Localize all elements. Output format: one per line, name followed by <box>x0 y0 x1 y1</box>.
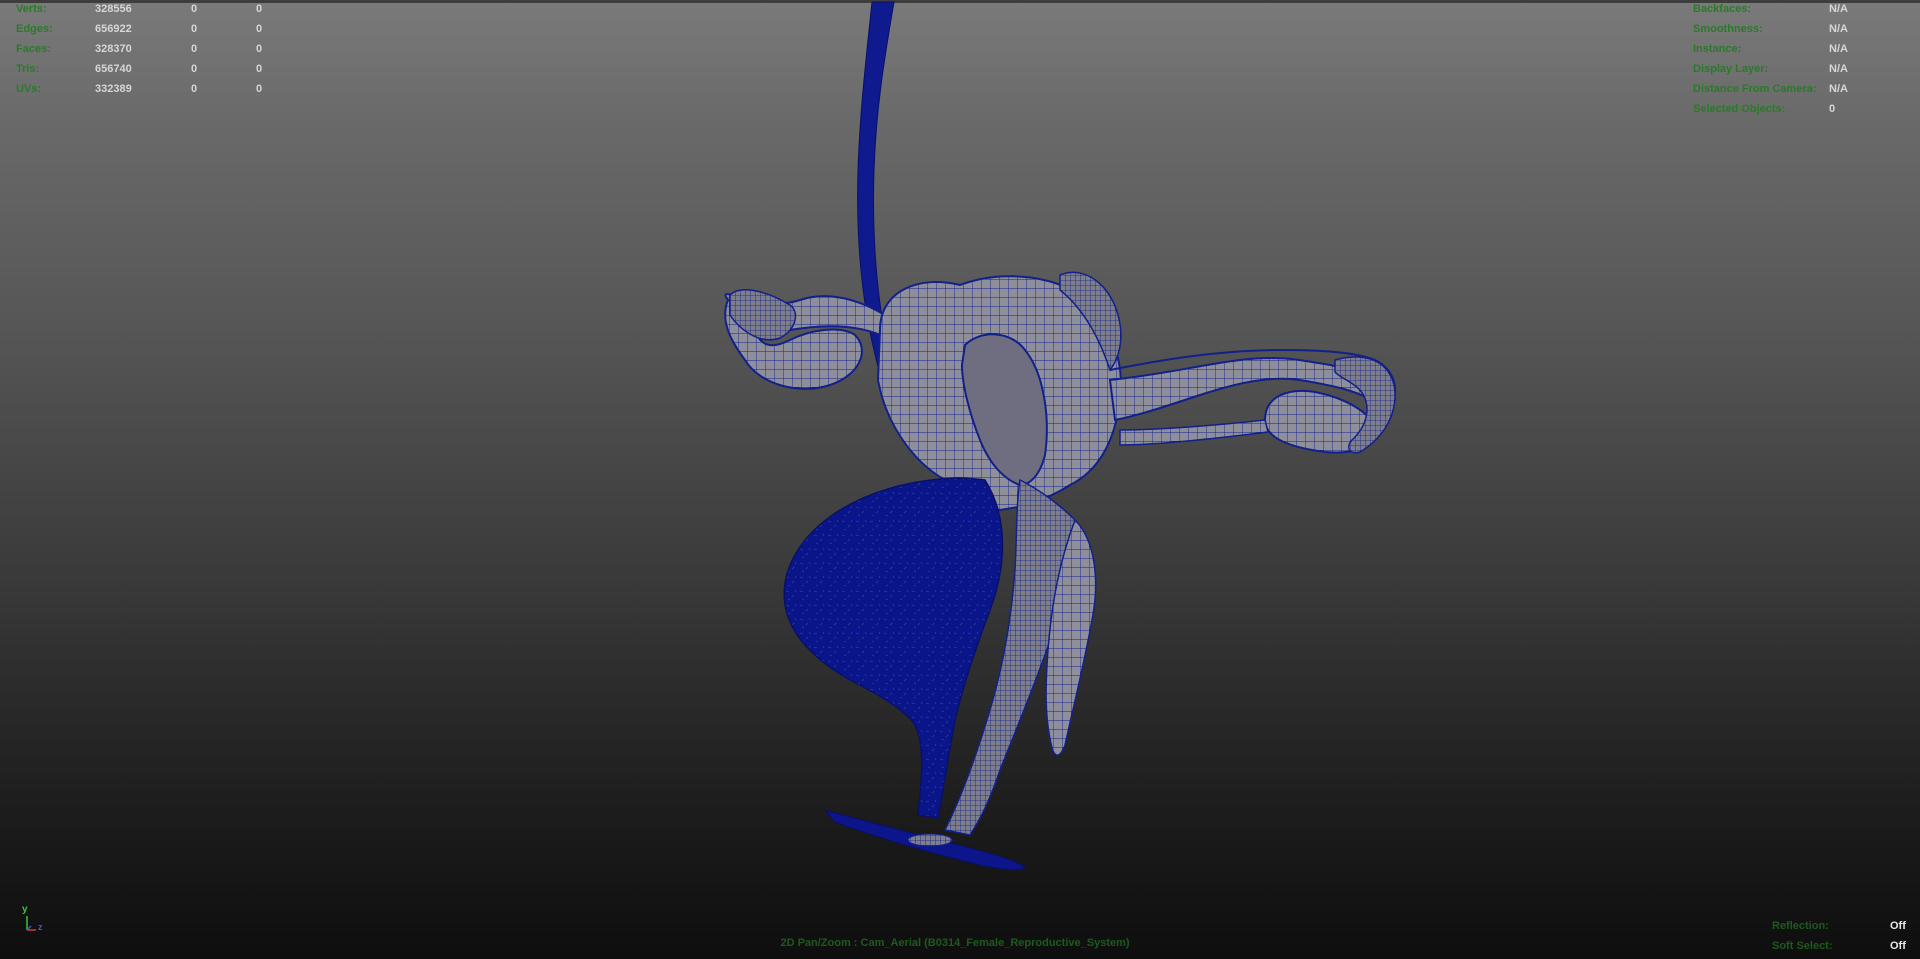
detail-row-distance-from-camera: Distance From Camera: N/A <box>1693 79 1913 99</box>
stat-value-scene: 656922 <box>95 23 132 35</box>
3d-viewport[interactable]: Verts: 328556 0 0 Edges: 656922 0 0 Face… <box>0 0 1920 959</box>
render-settings-hud: Reflection: Off Soft Select: Off <box>1772 916 1912 956</box>
detail-row-display-layer: Display Layer: N/A <box>1693 59 1913 79</box>
stat-value-selected: 0 <box>191 83 198 95</box>
detail-value: N/A <box>1829 23 1848 35</box>
stat-value-selected: 0 <box>191 63 198 75</box>
bladder <box>783 477 1004 819</box>
stat-value-component: 0 <box>256 3 263 15</box>
stat-label: UVs: <box>16 83 42 95</box>
setting-value: Off <box>1890 920 1906 932</box>
stat-value-scene: 328370 <box>95 43 132 55</box>
detail-label: Smoothness: <box>1693 23 1763 35</box>
detail-label: Distance From Camera: <box>1693 83 1817 95</box>
stat-value-selected: 0 <box>191 23 198 35</box>
detail-value: 0 <box>1829 103 1836 115</box>
axis-lines-icon <box>26 916 36 931</box>
object-details-hud: Backfaces: N/A Smoothness: N/A Instance:… <box>1693 0 1913 119</box>
stat-row-uvs: UVs: 332389 0 0 <box>16 79 276 99</box>
detail-row-backfaces: Backfaces: N/A <box>1693 0 1913 19</box>
setting-label: Reflection: <box>1772 920 1829 932</box>
stat-label: Faces: <box>16 43 51 55</box>
camera-name-label: 2D Pan/Zoom : Cam_Aerial (B0314_Female_R… <box>780 937 1130 949</box>
stat-label: Edges: <box>16 23 53 35</box>
stat-value-scene: 656740 <box>95 63 132 75</box>
stat-label: Tris: <box>16 63 40 75</box>
stat-row-edges: Edges: 656922 0 0 <box>16 19 276 39</box>
detail-label: Display Layer: <box>1693 63 1769 75</box>
detail-label: Backfaces: <box>1693 3 1752 15</box>
detail-label: Instance: <box>1693 43 1742 55</box>
stat-row-tris: Tris: 656740 0 0 <box>16 59 276 79</box>
view-axis-gizmo: y z <box>18 904 48 934</box>
stat-row-faces: Faces: 328370 0 0 <box>16 39 276 59</box>
setting-row-reflection: Reflection: Off <box>1772 916 1912 936</box>
stat-value-scene: 328556 <box>95 3 132 15</box>
stat-row-verts: Verts: 328556 0 0 <box>16 0 276 19</box>
stat-value-selected: 0 <box>191 43 198 55</box>
stat-value-component: 0 <box>256 43 263 55</box>
axis-z-label: z <box>38 922 43 932</box>
stat-value-selected: 0 <box>191 3 198 15</box>
detail-label: Selected Objects: <box>1693 103 1786 115</box>
stat-value-component: 0 <box>256 23 263 35</box>
stat-value-component: 0 <box>256 83 263 95</box>
detail-value: N/A <box>1829 3 1848 15</box>
stat-label: Verts: <box>16 3 47 15</box>
detail-row-instance: Instance: N/A <box>1693 39 1913 59</box>
detail-row-smoothness: Smoothness: N/A <box>1693 19 1913 39</box>
stat-value-scene: 332389 <box>95 83 132 95</box>
detail-value: N/A <box>1829 43 1848 55</box>
model-wireframe[interactable] <box>0 0 1920 959</box>
detail-value: N/A <box>1829 63 1848 75</box>
detail-value: N/A <box>1829 83 1848 95</box>
poly-count-hud: Verts: 328556 0 0 Edges: 656922 0 0 Face… <box>16 0 276 99</box>
stat-value-component: 0 <box>256 63 263 75</box>
detail-row-selected-objects: Selected Objects: 0 <box>1693 99 1913 119</box>
